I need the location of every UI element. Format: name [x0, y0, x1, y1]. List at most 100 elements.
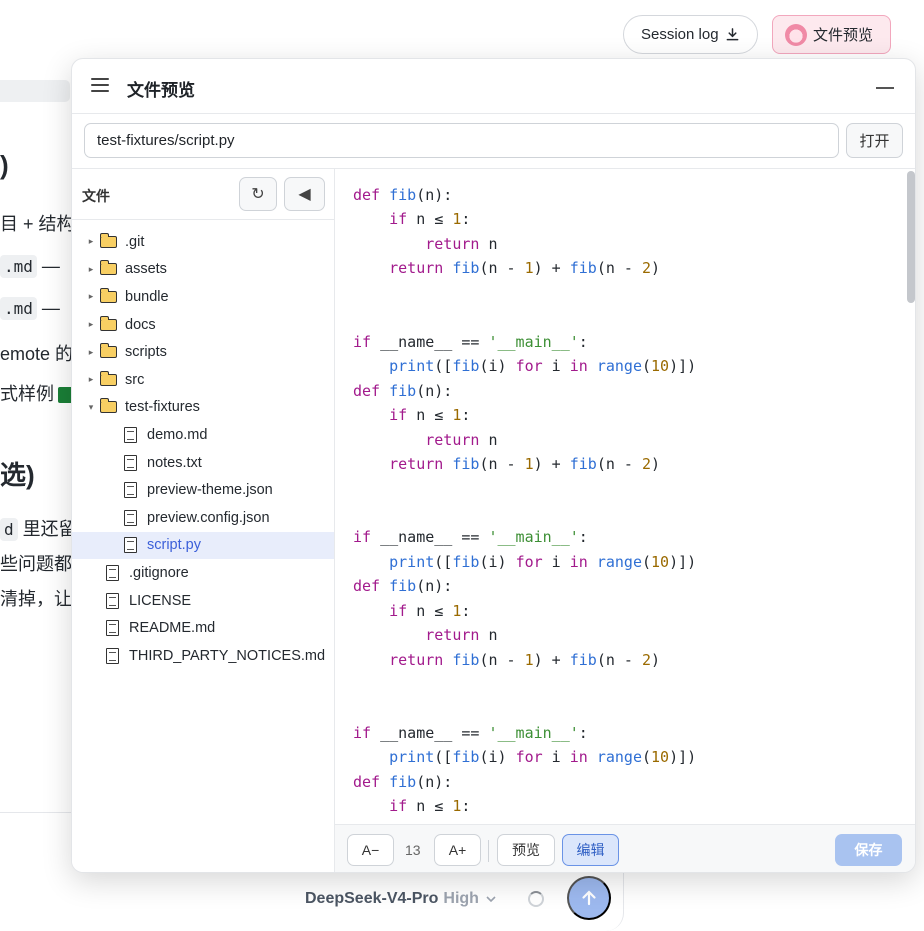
- toolbar-divider: [488, 840, 489, 862]
- tree-item-label: LICENSE: [129, 592, 192, 609]
- folder-icon: [99, 260, 117, 276]
- file-icon: [124, 426, 137, 443]
- edit-mode-button[interactable]: 编辑: [562, 834, 619, 866]
- chat-content-clipped: ) 目 + 结构 .md — .md — emote 的式样例 选) d 里还留 些问题都 清掉…: [0, 0, 72, 931]
- code-line: if __name__ == '__main__':: [353, 723, 588, 742]
- tree-item-label: .gitignore: [129, 564, 189, 581]
- open-button[interactable]: 打开: [846, 123, 903, 158]
- code-line: if n ≤ 1:: [389, 406, 471, 425]
- folder-icon: [99, 232, 117, 248]
- background-text-fragment: emote 的: [0, 340, 72, 366]
- refresh-button[interactable]: ↻: [239, 177, 277, 211]
- file-icon: [106, 620, 119, 637]
- tree-file-item[interactable]: demo.md: [72, 421, 334, 449]
- tree-file-item[interactable]: .gitignore: [72, 559, 334, 587]
- tree-file-item[interactable]: README.md: [72, 614, 334, 642]
- caret-down-icon[interactable]: ▾: [86, 402, 96, 413]
- background-text-fragment: 清掉，让: [0, 585, 72, 611]
- collapse-sidebar-button[interactable]: ◀: [284, 177, 325, 211]
- file-tree-title: 文件: [82, 188, 110, 204]
- tree-folder-item[interactable]: ▾ test-fixtures: [72, 394, 334, 422]
- background-text-suffix: 里还留: [17, 519, 72, 539]
- tree-file-item[interactable]: THIRD_PARTY_NOTICES.md: [72, 642, 334, 670]
- session-log-button[interactable]: Session log: [623, 15, 758, 54]
- tree-folder-item[interactable]: ▸ bundle: [72, 283, 334, 311]
- preview-mode-button[interactable]: 预览: [497, 834, 555, 866]
- file-preview-dialog: 文件预览 打开 文件 ↻ ◀ ▸.git▸assets▸bundle▸docs▸…: [71, 58, 916, 873]
- tree-file-item[interactable]: notes.txt: [72, 449, 334, 477]
- tree-folder-item[interactable]: ▸ src: [72, 366, 334, 394]
- path-bar: 打开: [72, 114, 915, 169]
- background-text: 式样例: [0, 384, 54, 404]
- menu-icon[interactable]: [91, 78, 109, 94]
- background-text-fragment: 选): [0, 455, 35, 492]
- tree-item-label: scripts: [125, 344, 167, 361]
- send-button[interactable]: [567, 876, 611, 920]
- file-icon: [124, 482, 137, 499]
- code-content[interactable]: def fib(n): if n ≤ 1: return n return fi…: [353, 183, 696, 819]
- tree-item-label: test-fixtures: [125, 399, 200, 416]
- folder-icon: [99, 287, 117, 303]
- tree-file-item[interactable]: LICENSE: [72, 587, 334, 615]
- tree-item-label: src: [125, 371, 145, 388]
- code-line: return fib(n - 1) + fib(n - 2): [389, 259, 661, 278]
- caret-right-icon[interactable]: ▸: [86, 374, 96, 385]
- folder-icon: [99, 398, 117, 414]
- scrollbar-thumb[interactable]: [907, 171, 915, 303]
- caret-right-icon[interactable]: ▸: [86, 319, 96, 330]
- model-selector[interactable]: DeepSeek-V4-Pro High: [305, 890, 498, 908]
- background-text: 选): [0, 460, 35, 490]
- file-icon: [124, 454, 137, 471]
- code-line: def fib(n):: [353, 772, 453, 791]
- caret-right-icon[interactable]: ▸: [86, 264, 96, 275]
- tree-item-label: docs: [125, 316, 156, 333]
- file-tree: ▸ .git ▸ assets ▸ bundle ▸ docs ▸ scripts ▸ src ▾ tes…: [72, 220, 334, 670]
- background-text-fragment: ): [0, 150, 9, 181]
- path-input[interactable]: [84, 123, 839, 158]
- editor-scrollbar[interactable]: [907, 169, 915, 824]
- tree-folder-item[interactable]: ▸ docs: [72, 311, 334, 339]
- code-line: print([fib(i) for i in range(10)]): [389, 357, 697, 376]
- code-editor[interactable]: def fib(n): if n ≤ 1: return n return fi…: [335, 169, 915, 824]
- save-button[interactable]: 保存: [835, 834, 902, 866]
- code-line: if n ≤ 1:: [389, 797, 471, 816]
- code-line: return n: [425, 626, 498, 645]
- increase-font-button[interactable]: A+: [434, 834, 481, 866]
- tree-folder-item[interactable]: ▸ assets: [72, 256, 334, 284]
- background-text: ): [0, 150, 9, 180]
- code-line: print([fib(i) for i in range(10)]): [389, 552, 697, 571]
- folder-icon: [99, 343, 117, 359]
- tree-item-label: demo.md: [147, 426, 208, 443]
- minimize-icon[interactable]: [876, 87, 894, 89]
- background-text-fragment: .md —: [0, 297, 60, 321]
- file-icon: [106, 592, 119, 609]
- caret-right-icon[interactable]: ▸: [86, 291, 96, 302]
- background-text-fragment: .md —: [0, 255, 60, 279]
- code-line: return fib(n - 1) + fib(n - 2): [389, 650, 661, 669]
- background-text: 目 + 结构: [0, 214, 72, 234]
- file-icon: [106, 647, 119, 664]
- background-text-fragment: 式样例: [0, 380, 72, 406]
- tree-folder-item[interactable]: ▸ .git: [72, 228, 334, 256]
- code-line: if __name__ == '__main__':: [353, 528, 588, 547]
- arrow-up-icon: [582, 890, 596, 906]
- tree-file-item[interactable]: preview-theme.json: [72, 476, 334, 504]
- code-line: print([fib(i) for i in range(10)]): [389, 748, 697, 767]
- file-preview-toggle-label: 文件预览: [813, 27, 874, 44]
- file-preview-toggle-button[interactable]: 文件预览: [772, 15, 892, 54]
- session-log-label: Session log: [641, 26, 719, 43]
- tree-file-item[interactable]: preview.config.json: [72, 504, 334, 532]
- file-icon: [124, 509, 137, 526]
- tree-file-item[interactable]: script.py: [72, 531, 334, 560]
- tree-folder-item[interactable]: ▸ scripts: [72, 338, 334, 366]
- caret-right-icon[interactable]: ▸: [86, 236, 96, 247]
- caret-right-icon[interactable]: ▸: [86, 347, 96, 358]
- model-name: DeepSeek-V4-Pro: [305, 890, 439, 907]
- decrease-font-button[interactable]: A−: [347, 834, 394, 866]
- folder-icon: [99, 370, 117, 386]
- file-tree-panel: 文件 ↻ ◀ ▸ .git ▸ assets ▸ bundle ▸ docs ▸ scripts ▸…: [72, 169, 335, 872]
- code-line: if __name__ == '__main__':: [353, 332, 588, 351]
